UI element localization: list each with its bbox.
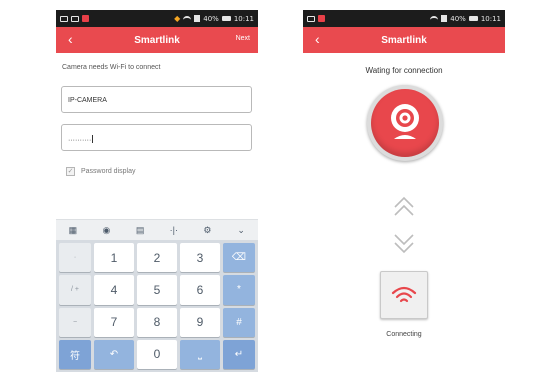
notification-icon [60,15,68,22]
text-cursor [92,135,94,143]
password-display-checkbox[interactable]: ✓ [66,167,75,176]
back-chevron-icon[interactable]: ‹ [68,30,73,48]
key-minus[interactable]: − [59,307,91,337]
key-0[interactable]: 0 [137,339,177,369]
key-9[interactable]: 9 [180,307,220,337]
wifi-password-field[interactable]: ·········· [61,124,252,151]
key-6[interactable]: 6 [180,275,220,305]
app-bar: ‹ Smartlink [303,27,505,53]
enter-key[interactable]: ↵ [223,339,255,369]
smartlink-waiting-screen: 40% 10:11 ‹ Smartlink Wating for connect… [303,10,505,372]
battery-percent: 40% [450,14,466,23]
app-notification-icon [82,15,89,22]
wifi-password-value: ·········· [68,137,92,144]
app-notification-icon [318,15,325,22]
cell-signal-icon [441,15,448,22]
key-3[interactable]: 3 [180,243,220,273]
key-hash[interactable]: # [223,307,255,337]
password-display-toggle[interactable]: ✓ Password display [66,167,135,176]
router-wifi-button[interactable] [380,271,428,319]
key-5[interactable]: 5 [137,275,177,305]
numeric-keyboard: · 1 2 3 ⌫ / + 4 5 6 * − 7 8 9 # 符 ↶ 0 ⎵ … [56,240,258,372]
waiting-status-text: Wating for connection [365,66,443,75]
webcam-icon [391,104,419,139]
space-key[interactable]: ⎵ [180,339,220,369]
keyboard-settings-icon[interactable]: ⚙ [196,225,218,236]
wifi-ssid-field[interactable]: IP-CAMERA [61,86,252,113]
clock: 10:11 [480,14,501,23]
screenshot-icon [71,15,79,22]
key-asterisk[interactable]: * [223,275,255,305]
connecting-status-text: Connecting [386,331,422,338]
keyboard-toolbar: ▦ ◉ ▤ ·|· ⚙ ⌄ [56,219,258,240]
wifi-ssid-value: IP-CAMERA [68,97,107,104]
keyboard-apps-icon[interactable]: ▦ [62,225,84,236]
battery-icon [221,16,231,21]
wifi-signal-icon [183,15,192,22]
key-7[interactable]: 7 [94,307,134,337]
key-2[interactable]: 2 [137,243,177,273]
keyboard-layout-icon[interactable]: ▤ [129,225,151,236]
app-bar: ‹ Smartlink Next [56,27,258,53]
next-button[interactable]: Next [236,35,250,42]
back-chevron-icon[interactable]: ‹ [315,30,320,48]
cell-signal-icon [194,15,201,22]
key-plus-label: + [74,286,79,294]
key-8[interactable]: 8 [137,307,177,337]
keyboard-hide-icon[interactable]: ⌄ [230,225,252,236]
wifi-icon [391,286,417,303]
undo-key[interactable]: ↶ [94,339,134,369]
page-title: Smartlink [381,34,427,46]
key-slash-label: / [71,286,73,294]
keyboard-cursor-icon[interactable]: ·|· [163,225,185,235]
backspace-key[interactable]: ⌫ [223,243,255,273]
symbol-key[interactable]: 符 [59,339,91,369]
key-1[interactable]: 1 [94,243,134,273]
smartlink-setup-screen: ◆ 40% 10:11 ‹ Smartlink Next Camera need… [56,10,258,372]
notification-icon [307,15,315,22]
page-title: Smartlink [134,34,180,46]
status-bar: ◆ 40% 10:11 [56,10,258,27]
wifi-signal-icon [430,15,439,22]
key-dot[interactable]: · [59,243,91,273]
camera-button-face [371,89,439,157]
key-4[interactable]: 4 [94,275,134,305]
battery-percent: 40% [203,14,219,23]
camera-button[interactable] [367,85,443,161]
battery-icon [468,16,478,21]
clock: 10:11 [233,14,254,23]
chevron-up-icon [394,196,414,216]
password-display-label: Password display [81,168,136,175]
wifi-hint-text: Camera needs Wi-Fi to connect [62,64,161,71]
keyboard-emoji-icon[interactable]: ◉ [95,225,117,236]
status-bar: 40% 10:11 [303,10,505,27]
hotspot-icon: ◆ [174,14,181,23]
chevron-down-icon [394,234,414,254]
key-slash[interactable]: / + [59,275,91,305]
